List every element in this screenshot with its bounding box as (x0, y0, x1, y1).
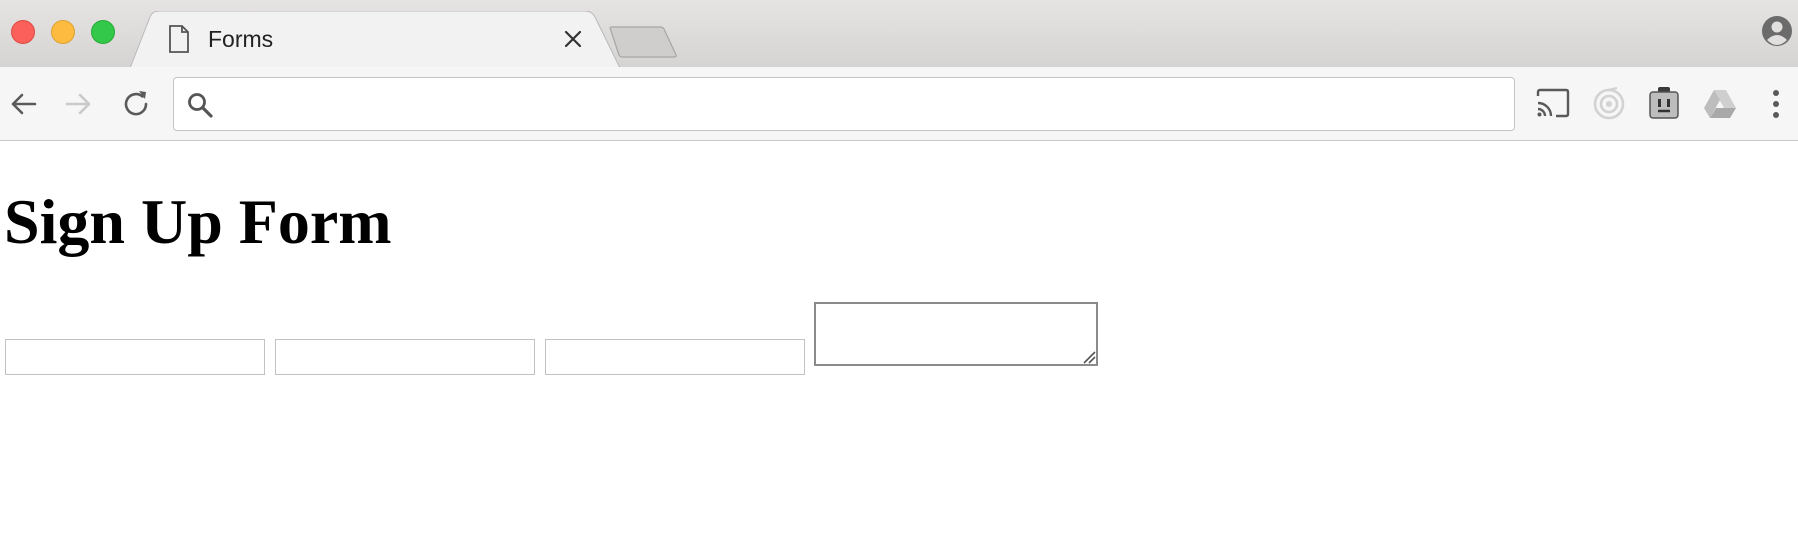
forward-arrow-icon[interactable] (62, 87, 96, 121)
form-input-1[interactable] (5, 339, 265, 375)
document-icon (169, 25, 189, 53)
new-tab-icon[interactable] (608, 26, 678, 58)
more-vertical-icon[interactable] (1766, 87, 1786, 121)
window-minimize-button[interactable] (51, 20, 75, 44)
window-zoom-button[interactable] (91, 20, 115, 44)
window-close-button[interactable] (11, 20, 35, 44)
page-title: Sign Up Form (4, 186, 392, 257)
back-arrow-icon[interactable] (6, 87, 40, 121)
page-content: Sign Up Form (0, 142, 1798, 554)
form-input-2[interactable] (275, 339, 535, 375)
omnibox[interactable] (173, 77, 1515, 131)
profile-icon[interactable] (1761, 15, 1793, 47)
extension-plug-icon[interactable] (1647, 86, 1681, 122)
google-drive-icon[interactable] (1702, 87, 1738, 121)
close-icon[interactable] (563, 29, 583, 49)
address-input[interactable] (228, 86, 1502, 124)
form-textarea[interactable] (814, 302, 1098, 366)
browser-titlebar: Forms (0, 0, 1798, 68)
form-input-3[interactable] (545, 339, 805, 375)
active-tab[interactable] (130, 11, 620, 68)
tab-title: Forms (208, 26, 274, 52)
reload-icon[interactable] (119, 87, 153, 121)
cast-icon[interactable] (1534, 86, 1572, 122)
extension-target-icon[interactable] (1591, 86, 1627, 122)
search-icon (188, 93, 213, 118)
browser-toolbar (0, 67, 1798, 141)
